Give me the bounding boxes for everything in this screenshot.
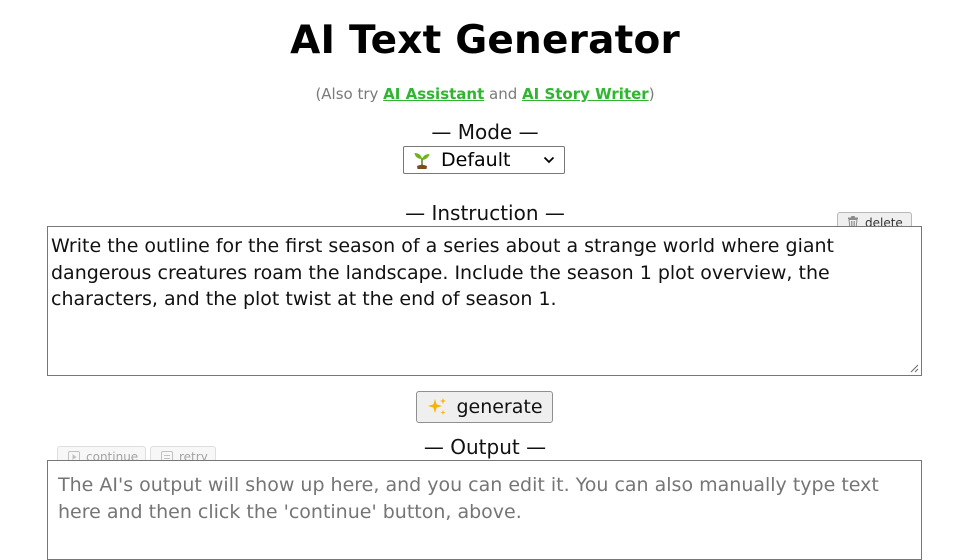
- sparkles-icon: [426, 396, 448, 418]
- generate-button-label: generate: [456, 396, 542, 418]
- sprout-icon: [412, 150, 432, 170]
- generate-button[interactable]: generate: [416, 391, 553, 423]
- mode-select[interactable]: Default: [403, 146, 565, 174]
- page-title: AI Text Generator: [0, 18, 970, 63]
- also-try-line: (Also try AI Assistant and AI Story Writ…: [0, 85, 970, 103]
- output-label: — Output —: [0, 435, 970, 459]
- mode-selected-value: Default: [441, 149, 510, 171]
- output-textarea[interactable]: The AI's output will show up here, and y…: [47, 460, 922, 560]
- ai-assistant-link[interactable]: AI Assistant: [383, 85, 484, 103]
- also-try-and: and: [484, 85, 522, 103]
- resize-grip-icon[interactable]: [909, 363, 919, 373]
- instruction-label: — Instruction —: [0, 201, 970, 225]
- also-try-suffix: ): [649, 85, 655, 103]
- chevron-down-icon: [543, 154, 555, 166]
- output-placeholder: The AI's output will show up here, and y…: [58, 474, 879, 523]
- ai-story-writer-link[interactable]: AI Story Writer: [522, 85, 649, 103]
- mode-label: — Mode —: [0, 120, 970, 144]
- also-try-prefix: (Also try: [315, 85, 383, 103]
- instruction-textarea[interactable]: Write the outline for the first season o…: [47, 226, 922, 376]
- instruction-text: Write the outline for the first season o…: [51, 235, 834, 310]
